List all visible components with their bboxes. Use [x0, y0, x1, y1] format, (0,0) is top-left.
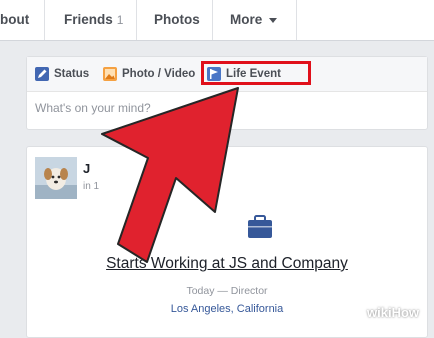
nav-about-label: bout [0, 12, 30, 27]
avatar[interactable] [35, 157, 77, 199]
composer-tabs: Status Photo / Video Life Event [27, 57, 427, 92]
tab-photo-video-label: Photo / Video [122, 68, 196, 80]
nav-friends-label: Friends [64, 12, 113, 27]
tab-status-label: Status [54, 68, 90, 80]
profile-nav-bar: bout Friends 1 Photos More [0, 0, 434, 41]
nav-more[interactable]: More [230, 0, 278, 40]
life-event-highlight-box [201, 61, 311, 85]
status-input-placeholder: What's on your mind? [35, 101, 151, 115]
photo-icon [103, 67, 117, 81]
nav-about[interactable]: bout [0, 0, 29, 40]
nav-divider [44, 0, 45, 40]
status-input[interactable]: What's on your mind? [35, 101, 151, 115]
pencil-icon [35, 67, 49, 81]
post-meta: in 1 [83, 181, 100, 192]
post-author-name[interactable]: J [83, 161, 90, 176]
life-event-title[interactable]: Starts Working at JS and Company [27, 255, 427, 273]
caret-down-icon [269, 17, 278, 23]
watermark: wikiHow [367, 305, 420, 320]
life-event-subtitle: Today — Director [186, 285, 268, 297]
dog-photo-icon [35, 157, 77, 199]
nav-divider [296, 0, 297, 40]
post-composer: Status Photo / Video Life Event What's o… [26, 56, 428, 130]
nav-photos-label: Photos [154, 12, 200, 27]
nav-more-label: More [230, 12, 263, 27]
friends-count: 1 [116, 13, 124, 27]
nav-friends[interactable]: Friends 1 [64, 0, 123, 40]
nav-divider [136, 0, 137, 40]
nav-divider [212, 0, 213, 40]
briefcase-icon [248, 215, 272, 238]
nav-photos[interactable]: Photos [154, 0, 200, 40]
